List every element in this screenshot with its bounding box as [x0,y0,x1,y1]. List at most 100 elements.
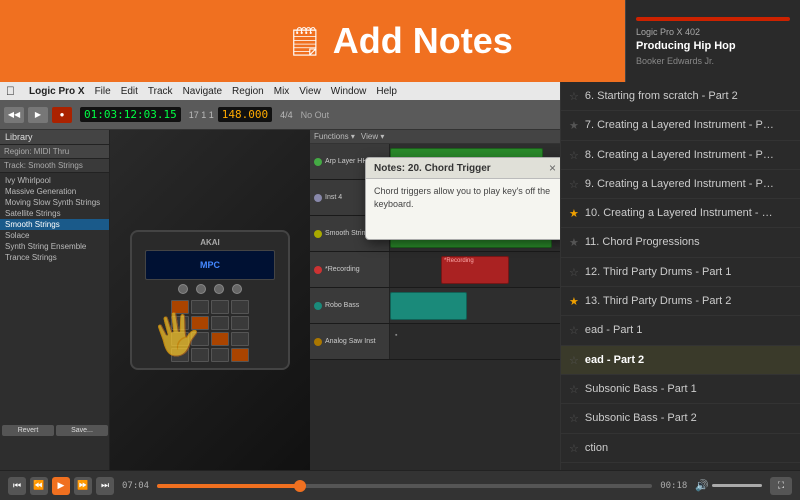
hand-icon: 🖐 [148,307,205,362]
library-footer-buttons: Revert Save... [0,423,110,438]
track-content[interactable]: ▪ [390,324,560,359]
track-empty: ▪ [395,332,397,339]
library-item[interactable]: Synth String Ensemble [0,241,109,252]
star-icon: ☆ [569,178,579,191]
course-list-item[interactable]: ★ 13. Third Party Drums - Part 2 [561,287,800,316]
course-list-item[interactable]: ☆ 8. Creating a Layered Instrument - Par… [561,141,800,170]
pad[interactable] [231,348,249,362]
star-icon: ☆ [569,324,579,337]
akai-background: AKAI MPC [110,130,310,470]
play-btn[interactable]: ▶ [28,107,48,123]
main-area:  Logic Pro X File Edit Track Navigate R… [0,82,800,470]
functions-btn[interactable]: Functions ▾ [314,132,355,141]
course-list-item[interactable]: ☆ Subsonic Bass - Part 2 [561,404,800,433]
akai-knobs [178,284,242,294]
menu-file[interactable]: File [95,86,111,97]
course-tag: Logic Pro X 402 [636,27,790,37]
star-icon: ☆ [569,383,579,396]
akai-screen: MPC [145,250,275,280]
item-label-active: ead - Part 2 [585,353,792,367]
library-item[interactable]: Trance Strings [0,252,109,263]
pad[interactable] [231,300,249,314]
star-icon: ★ [569,236,579,249]
apple-icon:  [6,84,15,98]
track-color-dot [314,158,322,166]
track-content[interactable]: *Recording [390,252,560,287]
region-label: Region: MIDI Thru [0,145,109,159]
item-label: Subsonic Bass - Part 1 [585,382,792,396]
star-icon: ☆ [569,354,579,367]
menu-track[interactable]: Track [148,86,173,97]
track-name: Analog Saw Inst [310,324,390,359]
bottom-bar: ⏮ ⏪ ▶ ⏩ ⏭ 07:04 00:18 🔊 ⛶ [0,470,800,500]
course-list-item[interactable]: ★ 7. Creating a Layered Instrument - Par… [561,111,800,140]
menu-edit[interactable]: Edit [121,86,138,97]
menu-window[interactable]: Window [331,86,367,97]
progress-bar[interactable] [157,484,652,488]
course-list-item[interactable]: ☆ 6. Starting from scratch - Part 2 [561,82,800,111]
view-btn[interactable]: View ▾ [361,132,384,141]
knob [214,284,224,294]
menu-help[interactable]: Help [376,86,397,97]
time-start: 07:04 [122,481,149,491]
pad[interactable] [231,332,249,346]
save-btn[interactable]: Save... [56,425,108,436]
course-list-item[interactable]: ☆ 12. Third Party Drums - Part 1 [561,258,800,287]
library-panel: Library Region: MIDI Thru Track: Smooth … [0,130,110,470]
record-btn[interactable]: ● [52,107,72,123]
track-color-dot [314,266,322,274]
course-list-item[interactable]: ★ 11. Chord Progressions [561,228,800,257]
rewind-btn[interactable]: ◀◀ [4,107,24,123]
knob [232,284,242,294]
library-item[interactable]: Moving Slow Synth Strings [0,197,109,208]
star-icon-gold: ★ [569,295,579,308]
note-popup-close-btn[interactable]: × [549,162,556,174]
course-list-item-active[interactable]: ☆ ead - Part 2 [561,346,800,375]
pad[interactable] [231,316,249,330]
track-row: Analog Saw Inst ▪ [310,324,560,360]
track-content[interactable] [390,288,560,323]
revert-btn[interactable]: Revert [2,425,54,436]
library-item[interactable]: Satellite Strings [0,208,109,219]
prev-btn[interactable]: ⏮ [8,477,26,495]
akai-device: AKAI MPC [130,230,290,370]
volume-slider[interactable] [712,484,762,487]
daw-toolbar: ◀◀ ▶ ● 01:03:12:03.15 17 1 1 148.000 4/4… [0,100,560,130]
library-item[interactable]: Massive Generation [0,186,109,197]
volume-icon: 🔊 [695,479,709,492]
library-item[interactable]: Solace [0,230,109,241]
back-btn[interactable]: ⏪ [30,477,48,495]
menu-mix[interactable]: Mix [274,86,290,97]
course-list-item[interactable]: ☆ ction [561,434,800,463]
menu-view[interactable]: View [299,86,321,97]
library-item-selected[interactable]: Smooth Strings [0,219,109,230]
course-list-item[interactable]: ☆ ead - Part 1 [561,316,800,345]
library-list: Ivy Whirlpool Massive Generation Moving … [0,173,109,265]
item-label: 10. Creating a Layered Instrument - Part [585,206,775,220]
track-clip[interactable]: *Recording [441,256,509,284]
track-clip[interactable] [390,292,467,320]
note-popup: Notes: 20. Chord Trigger × Chord trigger… [365,157,560,240]
menu-region[interactable]: Region [232,86,264,97]
course-list-item[interactable]: ★ 10. Creating a Layered Instrument - Pa… [561,199,800,228]
next-btn[interactable]: ⏭ [96,477,114,495]
bpm-display: 148.000 [218,107,272,122]
pad[interactable] [211,332,229,346]
course-list-item[interactable]: ☆ 9. Creating a Layered Instrument - Par… [561,170,800,199]
knob [196,284,206,294]
pad[interactable] [211,316,229,330]
course-list-item[interactable]: ☆ Drums [561,463,800,470]
menu-navigate[interactable]: Navigate [183,86,222,97]
knob [178,284,188,294]
menu-app[interactable]: Logic Pro X [29,86,85,97]
fwd-btn[interactable]: ⏩ [74,477,92,495]
play-pause-btn[interactable]: ▶ [52,477,70,495]
bars-display: 17 1 1 [189,110,214,120]
course-info-box: Logic Pro X 402 Producing Hip Hop Booker… [625,0,800,82]
pad[interactable] [211,300,229,314]
library-item[interactable]: Ivy Whirlpool [0,175,109,186]
item-label: ction [585,441,792,455]
pad[interactable] [211,348,229,362]
fullscreen-btn[interactable]: ⛶ [770,477,792,495]
course-list-item[interactable]: ☆ Subsonic Bass - Part 1 [561,375,800,404]
